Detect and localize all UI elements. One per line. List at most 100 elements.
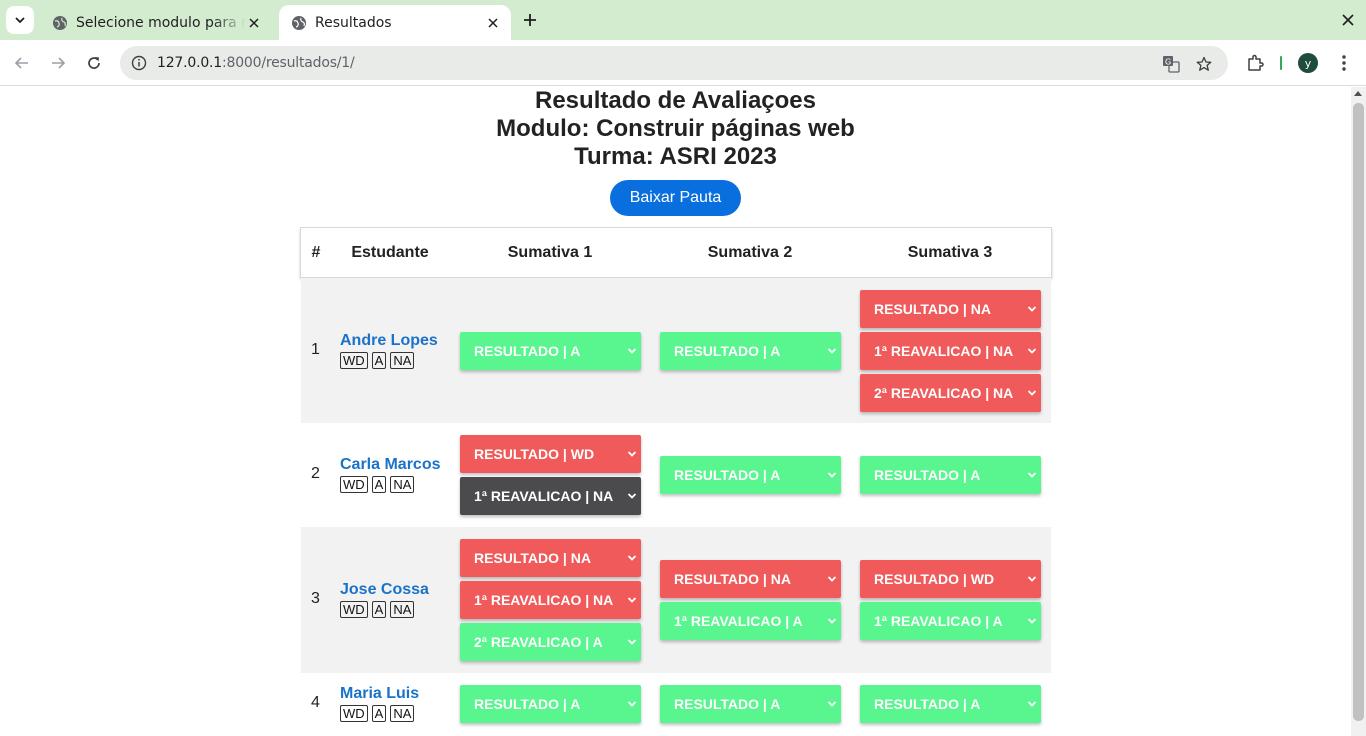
- arrow-left-icon: [14, 57, 28, 69]
- forward-button[interactable]: [46, 51, 70, 75]
- url-path: :8000/resultados/1/: [222, 55, 355, 71]
- chevron-down-icon: [1027, 390, 1037, 396]
- result-select-label: RESULTADO | A: [874, 467, 981, 483]
- student-name-link[interactable]: Carla Marcos: [340, 456, 441, 474]
- new-tab-button[interactable]: [520, 10, 540, 30]
- result-select-sumativa-1[interactable]: 2ª REAVALICAO | A: [460, 623, 641, 661]
- url-host: 127.0.0.1: [157, 55, 222, 71]
- header-student: Estudante: [351, 244, 429, 261]
- grade-badge: A: [371, 705, 387, 722]
- result-select-sumativa-3[interactable]: RESULTADO | A: [860, 685, 1041, 723]
- vertical-scrollbar[interactable]: [1351, 87, 1366, 736]
- grade-badge: NA: [390, 705, 415, 722]
- svg-text:G: G: [1165, 58, 1171, 67]
- menu-button[interactable]: [1332, 51, 1356, 75]
- grade-legend: WD A NA: [340, 601, 415, 618]
- profile-avatar[interactable]: y: [1298, 53, 1318, 73]
- scroll-up-arrow[interactable]: [1354, 91, 1362, 96]
- profile-initial: y: [1304, 56, 1312, 70]
- url-text[interactable]: 127.0.0.1:8000/resultados/1/: [157, 55, 355, 71]
- bookmark-star-icon[interactable]: [1193, 53, 1215, 75]
- result-select-sumativa-1[interactable]: RESULTADO | A: [460, 332, 641, 370]
- tab-resultados[interactable]: Resultados: [279, 5, 511, 40]
- table-body: 1 Andre Lopes WD A NA RESULTADO | A RESULTADO …: [300, 278, 1052, 735]
- result-select-sumativa-3[interactable]: 1ª REAVALICAO | A: [860, 602, 1041, 640]
- result-select-sumativa-2[interactable]: RESULTADO | A: [660, 685, 841, 723]
- result-select-sumativa-3[interactable]: RESULTADO | WD: [860, 560, 1041, 598]
- chevron-down-icon: [627, 555, 637, 561]
- table-header: # Estudante Sumativa 1 Sumativa 2 Sumati…: [300, 227, 1052, 278]
- result-select-label: RESULTADO | A: [674, 343, 781, 359]
- header-sumativa-3: Sumativa 3: [907, 244, 993, 261]
- result-select-sumativa-1[interactable]: RESULTADO | A: [460, 685, 641, 723]
- scroll-thumb[interactable]: [1353, 103, 1364, 721]
- chevron-down-icon: [827, 348, 837, 354]
- grade-badge: A: [371, 601, 387, 618]
- result-select-sumativa-2[interactable]: RESULTADO | NA: [660, 560, 841, 598]
- download-pauta-button[interactable]: Baixar Pauta: [610, 180, 741, 216]
- tab-title: Selecione modulo para m: [76, 14, 246, 31]
- close-icon[interactable]: [485, 15, 501, 31]
- chevron-down-icon: [827, 472, 837, 478]
- result-select-label: 1ª REAVALICAO | NA: [874, 343, 1014, 359]
- table-row: 3 Jose Cossa WD A NA RESULTADO | NA 1ª REAVALI…: [301, 527, 1051, 673]
- browser-toolbar: 127.0.0.1:8000/resultados/1/ G y: [0, 40, 1366, 86]
- address-bar[interactable]: 127.0.0.1:8000/resultados/1/ G: [120, 46, 1228, 80]
- globe-icon: [53, 15, 67, 30]
- row-number: 1: [311, 340, 320, 358]
- result-select-sumativa-1[interactable]: 1ª REAVALICAO | NA: [460, 477, 641, 515]
- header-sumativa-1: Sumativa 1: [507, 244, 593, 261]
- header-sumativa-2: Sumativa 2: [707, 244, 793, 261]
- plus-icon: [524, 14, 536, 26]
- result-select-label: 2ª REAVALICAO | A: [474, 634, 603, 650]
- result-select-sumativa-2[interactable]: RESULTADO | A: [660, 456, 841, 494]
- chevron-down-icon: [1027, 576, 1037, 582]
- grade-badge: WD: [340, 476, 368, 493]
- result-select-sumativa-1[interactable]: RESULTADO | NA: [460, 539, 641, 577]
- result-select-label: 1ª REAVALICAO | NA: [474, 488, 614, 504]
- close-icon[interactable]: [246, 15, 262, 31]
- tab-title: Resultados: [315, 14, 392, 31]
- result-select-sumativa-2[interactable]: RESULTADO | A: [660, 332, 841, 370]
- result-select-sumativa-2[interactable]: 1ª REAVALICAO | A: [660, 602, 841, 640]
- student-name-link[interactable]: Maria Luis: [340, 685, 419, 703]
- result-select-label: RESULTADO | NA: [674, 571, 791, 587]
- row-number: 3: [311, 590, 320, 607]
- tab-search-button[interactable]: [6, 6, 34, 34]
- class-title: Turma: ASRI 2023: [574, 143, 777, 170]
- info-icon[interactable]: [128, 52, 150, 74]
- result-select-sumativa-3[interactable]: RESULTADO | NA: [860, 290, 1041, 328]
- chevron-down-icon: [827, 576, 837, 582]
- chevron-down-icon: [627, 493, 637, 499]
- tab-selecione-modulo[interactable]: Selecione modulo para m: [40, 5, 272, 40]
- page-viewport: Resultado de Avaliaçoes Modulo: Construi…: [0, 87, 1366, 736]
- result-select-sumativa-3[interactable]: 1ª REAVALICAO | NA: [860, 332, 1041, 370]
- result-select-sumativa-3[interactable]: RESULTADO | A: [860, 456, 1041, 494]
- chevron-down-icon: [1027, 701, 1037, 707]
- grade-badge: NA: [390, 601, 415, 618]
- result-select-sumativa-3[interactable]: 2ª REAVALICAO | NA: [860, 374, 1041, 412]
- grade-badge: A: [371, 351, 387, 369]
- result-select-sumativa-1[interactable]: 1ª REAVALICAO | NA: [460, 581, 641, 619]
- window-close-button[interactable]: [1338, 10, 1358, 30]
- back-button[interactable]: [10, 51, 34, 75]
- chevron-down-icon: [627, 639, 637, 645]
- result-select-label: 1ª REAVALICAO | A: [674, 613, 803, 629]
- table-row: 2 Carla Marcos WD A NA RESULTADO | WD 1ª REAVA…: [301, 423, 1051, 527]
- chevron-down-icon: [627, 701, 637, 707]
- extensions-icon[interactable]: [1243, 51, 1267, 75]
- reload-button[interactable]: [82, 51, 106, 75]
- chevron-down-icon: [1027, 306, 1037, 312]
- translate-icon[interactable]: G: [1160, 53, 1182, 75]
- header-number: #: [311, 244, 321, 261]
- chevron-down-icon: [1027, 348, 1037, 354]
- result-select-label: RESULTADO | A: [474, 343, 581, 359]
- student-name-link[interactable]: Jose Cossa: [340, 581, 429, 599]
- chevron-down-icon: [627, 348, 637, 354]
- grade-badge: WD: [340, 351, 368, 369]
- chevron-down-icon: [15, 17, 25, 24]
- page-title: Resultado de Avaliaçoes: [535, 87, 816, 114]
- grade-legend: WD A NA: [340, 351, 415, 369]
- result-select-sumativa-1[interactable]: RESULTADO | WD: [460, 435, 641, 473]
- student-name-link[interactable]: Andre Lopes: [340, 332, 438, 350]
